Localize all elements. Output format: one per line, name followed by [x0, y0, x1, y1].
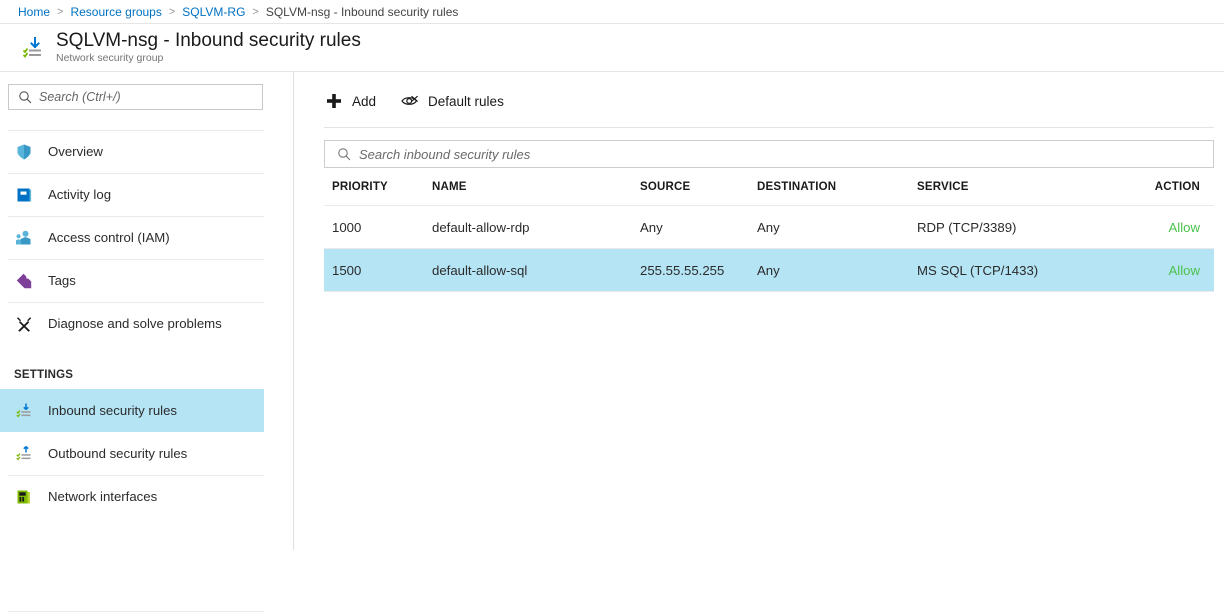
command-bar: Add Default rules: [324, 84, 1224, 118]
sidebar-section-settings: SETTINGS: [0, 369, 293, 381]
sidebar-item-overview[interactable]: Overview: [0, 130, 264, 173]
cell-priority: 1500: [324, 263, 432, 278]
table-row[interactable]: 1000 default-allow-rdp Any Any RDP (TCP/…: [324, 206, 1214, 249]
network-interface-icon: [14, 487, 34, 507]
column-header-action[interactable]: ACTION: [1135, 181, 1214, 193]
breadcrumb-separator: >: [252, 6, 258, 18]
sidebar-item-label: Inbound security rules: [48, 403, 177, 418]
sidebar-item-label: Access control (IAM): [48, 230, 170, 245]
sidebar-item-label: Overview: [48, 144, 103, 159]
sidebar-item-outbound-security-rules[interactable]: Outbound security rules: [0, 432, 264, 475]
cell-destination: Any: [757, 220, 917, 235]
sidebar-item-diagnose[interactable]: Diagnose and solve problems: [0, 302, 264, 345]
breadcrumb-separator: >: [169, 6, 175, 18]
page-title: SQLVM-nsg - Inbound security rules: [56, 30, 361, 51]
column-header-priority[interactable]: PRIORITY: [324, 181, 432, 193]
sidebar-item-access-control[interactable]: Access control (IAM): [0, 216, 264, 259]
tag-icon: [14, 271, 34, 291]
column-header-source[interactable]: SOURCE: [640, 181, 757, 193]
wrench-screwdriver-icon: [14, 314, 34, 334]
sidebar-item-label: Tags: [48, 273, 76, 288]
cell-action: Allow: [1135, 263, 1214, 278]
cell-service: MS SQL (TCP/1433): [917, 263, 1135, 278]
cell-source: 255.55.55.255: [640, 263, 757, 278]
filter-input[interactable]: [359, 147, 1213, 162]
inbound-rules-table: PRIORITY NAME SOURCE DESTINATION SERVICE…: [324, 168, 1214, 292]
cell-source: Any: [640, 220, 757, 235]
sidebar-nav-primary: Overview Activity log: [0, 130, 293, 345]
column-header-service[interactable]: SERVICE: [917, 181, 1135, 193]
sidebar-item-label: Diagnose and solve problems: [48, 316, 222, 331]
column-header-destination[interactable]: DESTINATION: [757, 181, 917, 193]
add-button[interactable]: Add: [324, 86, 376, 116]
cell-action: Allow: [1135, 220, 1214, 235]
sidebar: Overview Activity log: [0, 72, 294, 550]
cell-name: default-allow-rdp: [432, 220, 640, 235]
sidebar-item-network-interfaces[interactable]: Network interfaces: [0, 475, 264, 518]
eye-hidden-icon: [400, 91, 420, 111]
page-header: SQLVM-nsg - Inbound security rules Netwo…: [0, 24, 1224, 72]
cell-service: RDP (TCP/3389): [917, 220, 1135, 235]
breadcrumb-item-resource-groups[interactable]: Resource groups: [70, 5, 161, 19]
default-rules-button[interactable]: Default rules: [400, 86, 504, 116]
search-input[interactable]: [39, 90, 262, 104]
main-content: Add Default rules: [294, 72, 1224, 550]
sidebar-item-tags[interactable]: Tags: [0, 259, 264, 302]
inbound-security-rules-icon: [18, 34, 46, 62]
sidebar-item-inbound-security-rules[interactable]: Inbound security rules: [0, 389, 264, 432]
column-header-name[interactable]: NAME: [432, 181, 640, 193]
breadcrumb-item-current: SQLVM-nsg - Inbound security rules: [266, 5, 459, 19]
rules-filter[interactable]: [324, 140, 1214, 168]
page-subtitle: Network security group: [56, 52, 361, 65]
breadcrumb: Home > Resource groups > SQLVM-RG > SQLV…: [0, 0, 1224, 24]
people-icon: [14, 228, 34, 248]
search-icon: [337, 147, 351, 161]
outbound-security-rules-icon: [14, 444, 34, 464]
cell-priority: 1000: [324, 220, 432, 235]
cell-name: default-allow-sql: [432, 263, 640, 278]
table-header-row: PRIORITY NAME SOURCE DESTINATION SERVICE…: [324, 168, 1214, 206]
table-row[interactable]: 1500 default-allow-sql 255.55.55.255 Any…: [324, 249, 1214, 292]
sidebar-item-label: Activity log: [48, 187, 111, 202]
breadcrumb-item-sqlvm-rg[interactable]: SQLVM-RG: [182, 5, 245, 19]
breadcrumb-separator: >: [57, 6, 63, 18]
sidebar-item-label: Outbound security rules: [48, 446, 187, 461]
sidebar-item-activity-log[interactable]: Activity log: [0, 173, 264, 216]
shield-icon: [14, 142, 34, 162]
book-icon: [14, 185, 34, 205]
breadcrumb-item-home[interactable]: Home: [18, 5, 50, 19]
cell-destination: Any: [757, 263, 917, 278]
add-button-label: Add: [352, 94, 376, 109]
sidebar-search[interactable]: [8, 84, 263, 110]
sidebar-nav-settings: Inbound security rules Outbound security…: [0, 389, 293, 518]
default-rules-button-label: Default rules: [428, 94, 504, 109]
search-icon: [18, 90, 32, 104]
sidebar-item-label: Network interfaces: [48, 489, 157, 504]
plus-icon: [324, 91, 344, 111]
inbound-security-rules-icon: [14, 401, 34, 421]
command-bar-divider: [324, 127, 1214, 128]
